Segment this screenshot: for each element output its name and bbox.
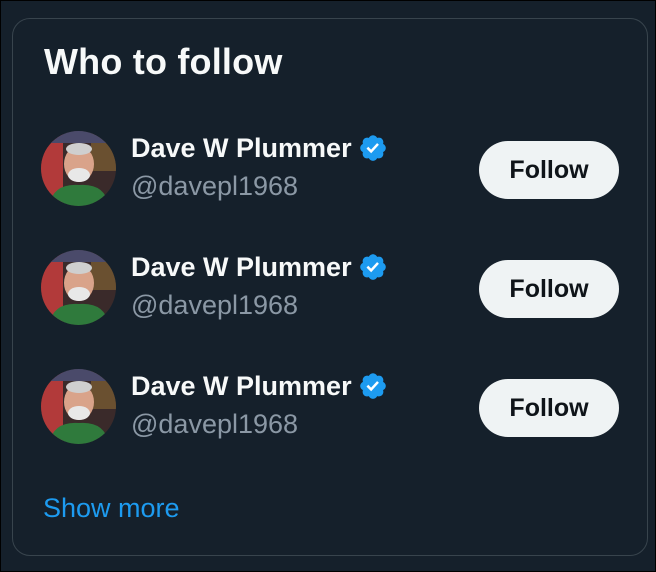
user-avatar-photo-icon	[41, 250, 116, 325]
name-line: Dave W Plummer	[131, 369, 388, 403]
card-title: Who to follow	[44, 41, 283, 82]
follow-button[interactable]: Follow	[479, 260, 619, 318]
follow-button[interactable]: Follow	[479, 379, 619, 437]
verified-badge-icon	[359, 373, 386, 399]
verified-badge-icon	[359, 135, 386, 161]
user-name[interactable]: Dave W Plummer	[131, 371, 352, 402]
user-handle[interactable]: @davepl1968	[131, 290, 298, 321]
avatar[interactable]	[41, 131, 116, 206]
name-line: Dave W Plummer	[131, 131, 388, 165]
user-avatar-photo-icon	[41, 369, 116, 444]
avatar[interactable]	[41, 250, 116, 325]
user-name[interactable]: Dave W Plummer	[131, 133, 352, 164]
show-more-link[interactable]: Show more	[43, 493, 180, 524]
user-handle[interactable]: @davepl1968	[131, 409, 298, 440]
who-to-follow-card: Who to follow Dave W Plummer @davepl1968…	[12, 18, 648, 556]
user-avatar-photo-icon	[41, 131, 116, 206]
avatar[interactable]	[41, 369, 116, 444]
verified-badge-icon	[359, 254, 386, 280]
name-line: Dave W Plummer	[131, 250, 388, 284]
suggestion-row[interactable]: Dave W Plummer @davepl1968 Follow	[13, 357, 647, 453]
suggestion-row[interactable]: Dave W Plummer @davepl1968 Follow	[13, 119, 647, 215]
follow-button[interactable]: Follow	[479, 141, 619, 199]
user-handle[interactable]: @davepl1968	[131, 171, 298, 202]
suggestion-row[interactable]: Dave W Plummer @davepl1968 Follow	[13, 238, 647, 334]
user-name[interactable]: Dave W Plummer	[131, 252, 352, 283]
page-frame: Who to follow Dave W Plummer @davepl1968…	[0, 0, 656, 572]
